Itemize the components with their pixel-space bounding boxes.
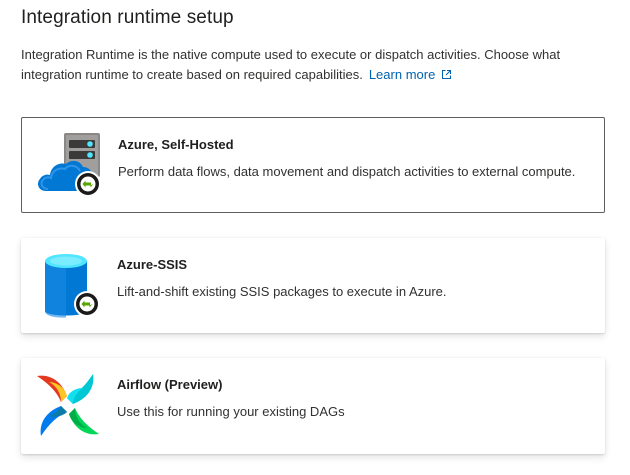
integration-runtime-setup-panel: Integration runtime setup Integration Ru… xyxy=(0,0,630,475)
page-description: Integration Runtime is the native comput… xyxy=(21,45,611,85)
external-link-icon xyxy=(442,70,452,79)
option-description: Perform data flows, data movement and di… xyxy=(118,164,576,179)
airflow-pinwheel-icon xyxy=(37,374,99,436)
option-card-airflow[interactable]: Airflow (Preview) Use this for running y… xyxy=(21,358,605,454)
learn-more-link[interactable]: Learn more xyxy=(369,67,452,82)
option-title: Azure, Self-Hosted xyxy=(118,137,234,152)
option-title: Airflow (Preview) xyxy=(117,377,223,392)
server-cloud-icon xyxy=(38,133,101,197)
option-title: Azure-SSIS xyxy=(117,257,188,272)
option-card-azure-self-hosted[interactable]: Azure, Self-Hosted Perform data flows, d… xyxy=(21,117,605,213)
learn-more-label: Learn more xyxy=(368,67,436,82)
option-description: Lift-and-shift existing SSIS packages to… xyxy=(117,284,447,299)
description-text: Integration Runtime is the native comput… xyxy=(21,47,561,82)
option-card-azure-ssis[interactable]: Azure-SSIS Lift-and-shift existing SSIS … xyxy=(21,238,605,333)
database-icon xyxy=(45,254,100,318)
page-title: Integration runtime setup xyxy=(21,7,234,28)
option-description: Use this for running your existing DAGs xyxy=(117,404,345,419)
